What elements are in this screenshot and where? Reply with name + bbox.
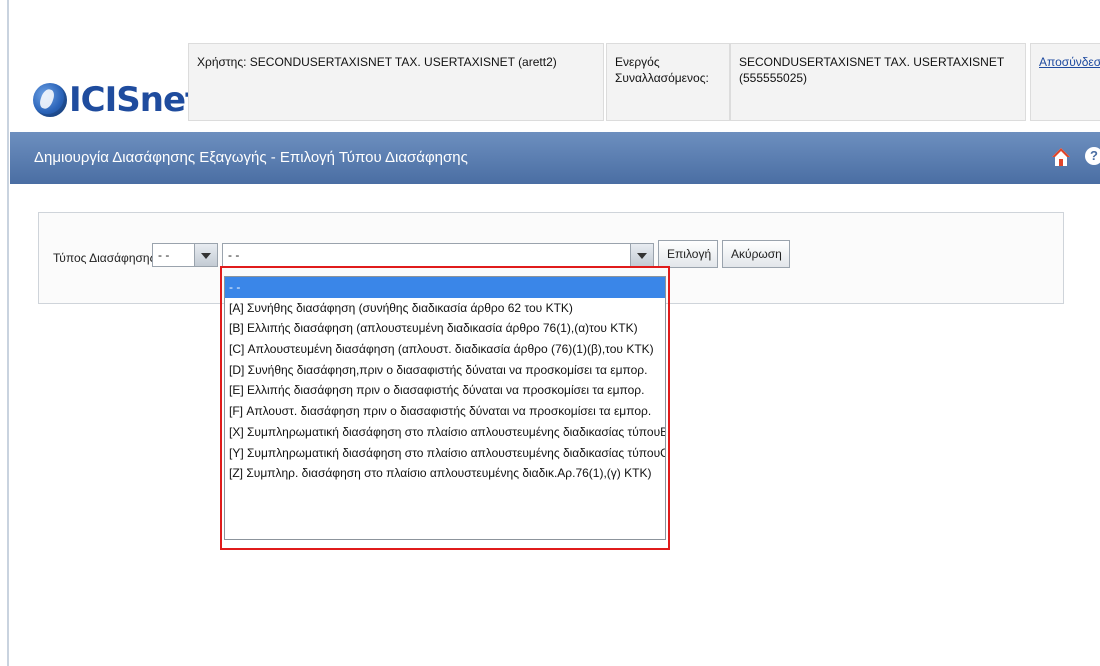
help-icon[interactable]: ? — [1085, 147, 1100, 165]
select-button[interactable]: Επιλογή — [658, 240, 718, 268]
active-trader-label: Ενεργός Συναλλασόμενος: — [606, 43, 730, 121]
home-icon[interactable] — [1050, 146, 1072, 168]
dropdown-option[interactable]: [B] Ελλιπής διασάφηση (απλουστευμένη δια… — [225, 318, 665, 339]
declaration-type-dropdown-list[interactable]: - - [A] Συνήθης διασάφηση (συνήθης διαδι… — [224, 276, 666, 540]
logout-link[interactable]: Αποσύνδεση — [1030, 43, 1100, 121]
globe-icon — [33, 83, 67, 117]
chevron-down-icon[interactable] — [630, 244, 653, 266]
dropdown-option[interactable]: [A] Συνήθης διασάφηση (συνήθης διαδικασί… — [225, 298, 665, 319]
logo-text: ICISnet — [69, 80, 201, 120]
left-edge-border — [7, 0, 9, 666]
declaration-type-select[interactable]: - - — [222, 243, 654, 267]
dropdown-option[interactable]: [E] Ελλιπής διασάφηση πριν ο διασαφιστής… — [225, 380, 665, 401]
declaration-type-value: - - — [228, 248, 240, 262]
dropdown-option[interactable]: - - — [225, 277, 665, 298]
dropdown-option[interactable]: [C] Απλουστευμένη διασάφηση (απλουστ. δι… — [225, 339, 665, 360]
page-title: Δημιουργία Διασάφησης Εξαγωγής - Επιλογή… — [34, 149, 468, 166]
user-info: Χρήστης: SECONDUSERTAXISNET TAX. USERTAX… — [188, 43, 604, 121]
active-trader-value: SECONDUSERTAXISNET TAX. USERTAXISNET (55… — [730, 43, 1026, 121]
page-titlebar: Δημιουργία Διασάφησης Εξαγωγής - Επιλογή… — [10, 132, 1100, 184]
dropdown-option[interactable]: [Y] Συμπληρωματική διασάφηση στο πλαίσιο… — [225, 443, 665, 464]
declaration-category-select[interactable]: - - — [152, 243, 218, 267]
icisnet-logo: ICISnet — [33, 70, 201, 130]
dropdown-option[interactable]: [F] Απλουστ. διασάφηση πριν ο διασαφιστή… — [225, 401, 665, 422]
declaration-type-label: Τύπος Διασάφησης — [53, 251, 156, 265]
dropdown-option[interactable] — [225, 484, 665, 505]
dropdown-option[interactable]: [X] Συμπληρωματική διασάφηση στο πλαίσιο… — [225, 422, 665, 443]
cancel-button[interactable]: Ακύρωση — [722, 240, 790, 268]
chevron-down-icon[interactable] — [194, 244, 217, 266]
dropdown-option[interactable]: [Z] Συμπληρ. διασάφηση στο πλαίσιο απλου… — [225, 463, 665, 484]
dropdown-option[interactable]: [D] Συνήθης διασάφηση,πριν ο διασαφιστής… — [225, 360, 665, 381]
declaration-category-value: - - — [158, 248, 170, 262]
